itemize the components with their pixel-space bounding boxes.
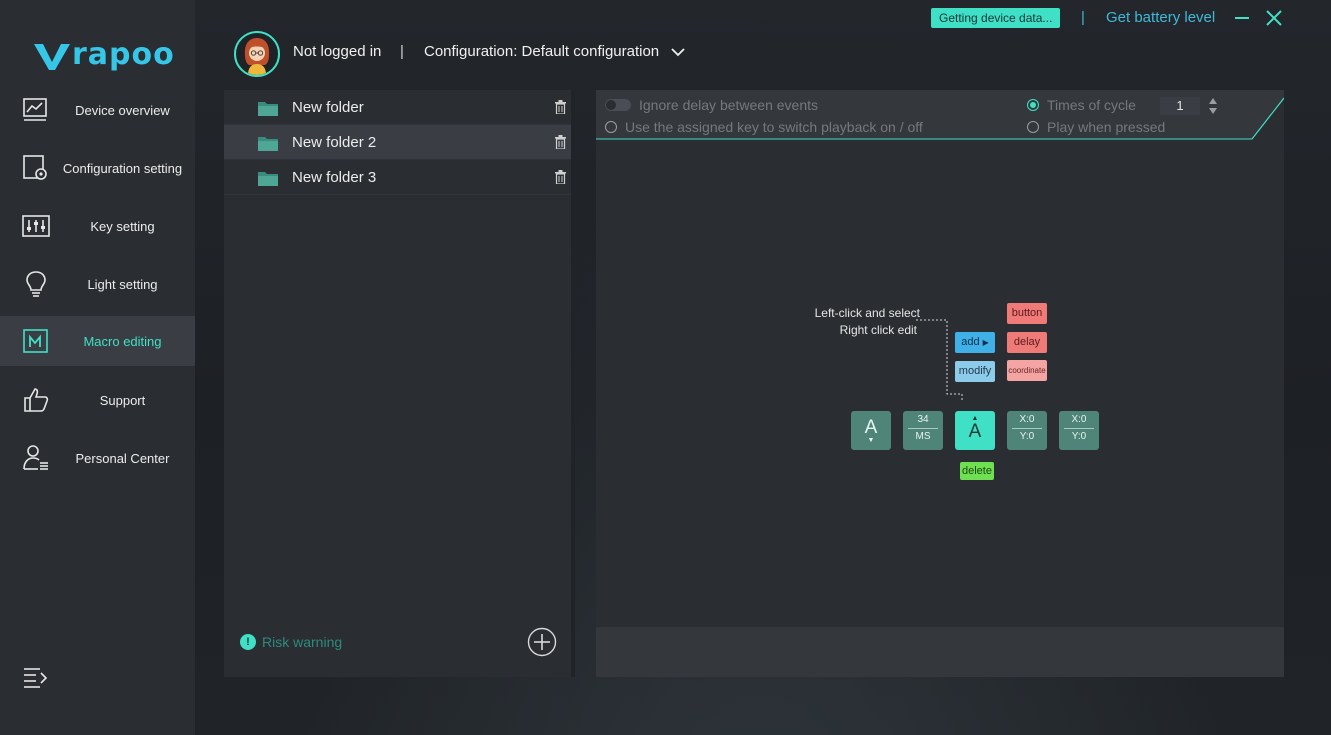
tile-divider: [1012, 428, 1042, 429]
configuration-label: Configuration: Default configuration: [424, 43, 660, 60]
folder-item[interactable]: New folder: [224, 90, 571, 125]
play-when-pressed-radio[interactable]: [1027, 121, 1039, 133]
cycle-spinner-icon[interactable]: [1208, 97, 1218, 115]
ignore-delay-label: Ignore delay between events: [639, 97, 819, 113]
macro-key-tile-selected[interactable]: ▲ A: [955, 411, 995, 450]
sidebar-item-macro-editing[interactable]: Macro editing: [0, 316, 195, 366]
times-of-cycle-radio[interactable]: [1027, 99, 1039, 111]
hint-left-click: Left-click and select: [814, 306, 920, 320]
rapoo-logo-icon: [34, 44, 70, 70]
brand-logo: rapoo: [34, 40, 175, 70]
tile-divider: [908, 428, 938, 429]
thumbs-up-icon: [24, 388, 49, 412]
header-separator: |: [400, 43, 404, 60]
coordinate-y: Y:0: [1019, 431, 1035, 442]
folder-item[interactable]: New folder 2: [224, 125, 571, 160]
lightbulb-icon: [26, 271, 46, 297]
sidebar-item-label: Macro editing: [83, 333, 162, 349]
caret-right-icon: ▶: [982, 338, 989, 347]
add-folder-button[interactable]: [527, 627, 557, 657]
sidebar-item-key-setting[interactable]: Key setting: [0, 201, 195, 251]
key-label: A: [968, 421, 982, 442]
macro-key-tile[interactable]: A ▼: [851, 411, 891, 450]
tile-divider: [1064, 428, 1094, 429]
folder-item[interactable]: New folder 3: [224, 160, 571, 195]
key-label: A: [864, 417, 878, 438]
coordinate-x: X:0: [1019, 414, 1035, 425]
macro-delay-tile[interactable]: 34 MS: [903, 411, 943, 450]
assigned-key-radio[interactable]: [605, 121, 617, 133]
sidebar-item-label: Configuration setting: [62, 160, 183, 176]
folder-icon: [258, 102, 278, 116]
header-separator-2: |: [1081, 9, 1085, 26]
avatar[interactable]: [234, 31, 280, 77]
folder-icon: [258, 172, 278, 186]
sidebar-item-label: Device overview: [75, 102, 170, 118]
folder-name: New folder 2: [292, 133, 377, 151]
folder-scrollbar[interactable]: [571, 90, 575, 677]
play-when-pressed-label: Play when pressed: [1047, 119, 1166, 135]
sidebar-item-label: Personal Center: [75, 450, 170, 466]
risk-warning-link[interactable]: ! Risk warning: [240, 634, 342, 650]
hint-right-click: Right click edit: [839, 323, 917, 337]
sidebar-item-label: Key setting: [90, 218, 155, 234]
user-status[interactable]: Not logged in: [293, 43, 381, 60]
configuration-dropdown[interactable]: Configuration: Default configuration: [424, 43, 685, 60]
trash-icon[interactable]: [555, 100, 566, 114]
sidebar-item-label: Light setting: [87, 276, 158, 292]
add-chip[interactable]: add ▶: [955, 332, 995, 353]
risk-warning-label: Risk warning: [262, 634, 343, 650]
ignore-delay-toggle[interactable]: [605, 99, 631, 111]
ignore-delay-option: Ignore delay between events: [605, 97, 818, 113]
sliders-icon: [22, 215, 50, 237]
warning-icon: !: [240, 634, 256, 650]
folder-name: New folder 3: [292, 168, 377, 186]
modify-chip[interactable]: modify: [955, 361, 995, 382]
coordinate-chip[interactable]: coordinate: [1007, 360, 1047, 381]
chart-monitor-icon: [23, 98, 47, 121]
macro-coordinate-tile[interactable]: X:0 Y:0: [1059, 411, 1099, 450]
status-badge: Getting device data...: [931, 8, 1061, 28]
coordinate-y: Y:0: [1071, 431, 1087, 442]
times-of-cycle-option[interactable]: Times of cycle: [1027, 97, 1136, 113]
settings-document-icon: [23, 155, 47, 180]
arrow-down-icon: ▼: [867, 437, 875, 444]
delay-value: 34: [917, 414, 929, 425]
user-avatar-icon: [244, 38, 270, 75]
delay-chip[interactable]: delay: [1007, 332, 1047, 353]
trash-icon[interactable]: [555, 135, 566, 149]
folder-panel: New folder New folder 2 New folder 3: [224, 90, 575, 677]
chevron-down-icon: [671, 47, 685, 56]
button-chip[interactable]: button: [1007, 303, 1047, 324]
sidebar-item-support[interactable]: Support: [0, 375, 195, 425]
get-battery-level-link[interactable]: Get battery level: [1106, 9, 1215, 26]
macro-footer-bar: [596, 627, 1284, 677]
cycle-count-input[interactable]: 1: [1160, 97, 1200, 115]
collapse-menu-icon[interactable]: [22, 666, 50, 690]
add-chip-label: add: [961, 336, 980, 348]
assigned-key-option[interactable]: Use the assigned key to switch playback …: [605, 119, 923, 135]
trash-icon[interactable]: [555, 170, 566, 184]
close-icon[interactable]: [1264, 8, 1284, 28]
times-of-cycle-label: Times of cycle: [1047, 97, 1136, 113]
sidebar-item-personal-center[interactable]: Personal Center: [0, 433, 195, 483]
play-when-pressed-option[interactable]: Play when pressed: [1027, 119, 1165, 135]
delete-chip[interactable]: delete: [960, 462, 994, 480]
sidebar-item-configuration-setting[interactable]: Configuration setting: [0, 143, 195, 193]
minimize-icon[interactable]: [1232, 8, 1252, 28]
sidebar: rapoo Device overview Configuration sett…: [0, 0, 195, 735]
delay-unit: MS: [915, 431, 931, 442]
assigned-key-label: Use the assigned key to switch playback …: [625, 119, 923, 135]
coordinate-x: X:0: [1071, 414, 1087, 425]
folder-icon: [258, 137, 278, 151]
sidebar-item-device-overview[interactable]: Device overview: [0, 85, 195, 135]
macro-icon: [23, 329, 48, 353]
folder-name: New folder: [292, 98, 364, 116]
macro-coordinate-tile[interactable]: X:0 Y:0: [1007, 411, 1047, 450]
user-list-icon: [23, 445, 48, 470]
brand-name: rapoo: [72, 37, 175, 72]
sidebar-item-label: Support: [99, 392, 146, 408]
sidebar-item-light-setting[interactable]: Light setting: [0, 259, 195, 309]
